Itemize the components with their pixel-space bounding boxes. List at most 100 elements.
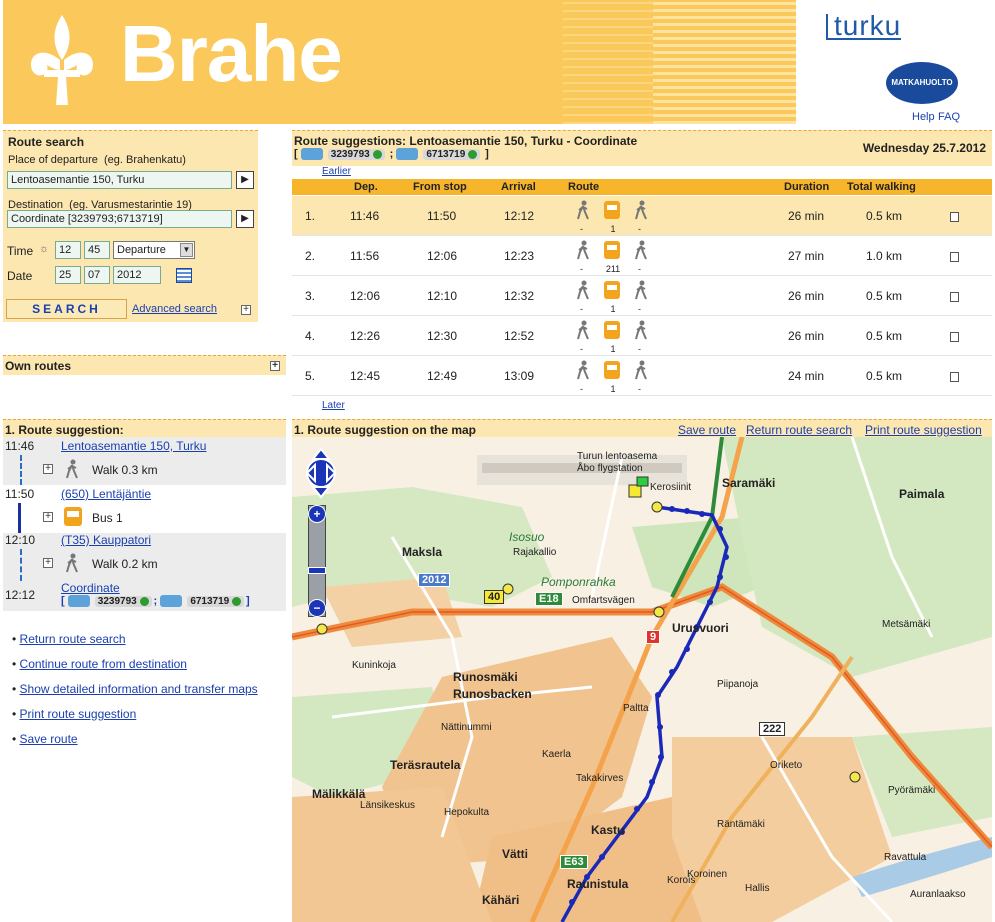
- row-from: 11:50: [427, 209, 457, 223]
- chevron-down-icon[interactable]: ▼: [180, 243, 193, 257]
- faq-link[interactable]: FAQ: [938, 111, 960, 123]
- route-icons: - 211 -: [574, 238, 654, 274]
- hour-input[interactable]: 12: [55, 241, 81, 259]
- expand-plus-icon[interactable]: +: [43, 512, 53, 522]
- departure-label: Place of departure (eg. Brahenkatu): [8, 154, 186, 166]
- result-row[interactable]: 2. 11:56 12:06 12:23 - 211 - 27 min 1.0 km: [292, 236, 992, 276]
- map-label: Mälikkälä: [312, 787, 366, 801]
- map-label: Runosbacken: [453, 687, 532, 701]
- route-search-panel: Route search Place of departure (eg. Bra…: [3, 130, 258, 322]
- destination-go-button[interactable]: ▶: [236, 210, 254, 228]
- help-link[interactable]: Help: [912, 111, 935, 123]
- map-save-route-link[interactable]: Save route: [678, 423, 736, 437]
- search-button[interactable]: SEARCH: [6, 299, 127, 319]
- road-sign: E18: [535, 592, 563, 606]
- map-label: Paltta: [623, 703, 649, 714]
- save-route-link[interactable]: Save route: [20, 732, 78, 746]
- action-item: • Continue route from destination: [12, 657, 187, 671]
- return-route-search-link[interactable]: Return route search: [20, 632, 126, 646]
- walk-sub: -: [638, 344, 641, 354]
- details-document-icon[interactable]: [950, 252, 959, 262]
- walk-sub: -: [638, 264, 641, 274]
- expand-plus-icon[interactable]: +: [43, 558, 53, 568]
- continue-route-link[interactable]: Continue route from destination: [20, 657, 187, 671]
- walk-sub: -: [638, 384, 641, 394]
- green-dot-icon: [372, 149, 382, 159]
- year-input[interactable]: 2012: [113, 266, 161, 284]
- bus-line: 1: [610, 344, 616, 354]
- expand-plus-icon[interactable]: +: [270, 361, 280, 371]
- map-label: Ravattula: [884, 852, 927, 863]
- pan-control[interactable]: [305, 447, 337, 499]
- own-routes-header[interactable]: Own routes +: [3, 355, 286, 375]
- departure-input[interactable]: Lentoasemantie 150, Turku: [7, 171, 232, 189]
- details-document-icon[interactable]: [950, 332, 959, 342]
- coordinate-icon: [160, 595, 183, 608]
- map-label: Vätti: [502, 847, 529, 861]
- step-stop-link[interactable]: Lentoasemantie 150, Turku: [61, 439, 206, 453]
- expand-plus-icon[interactable]: +: [43, 464, 53, 474]
- map-label: Metsämäki: [882, 619, 931, 630]
- row-duration: 26 min: [788, 289, 825, 303]
- step-stop-link[interactable]: (T35) Kauppatori: [61, 533, 151, 547]
- day-input[interactable]: 25: [55, 266, 81, 284]
- walk-icon: [66, 553, 78, 573]
- calendar-icon[interactable]: [176, 268, 192, 283]
- details-document-icon[interactable]: [950, 372, 959, 382]
- step-time: 12:12: [5, 588, 36, 602]
- result-row[interactable]: 1. 11:46 11:50 12:12 - 1 - 26 min 0.5 km: [292, 196, 992, 236]
- advanced-search-link[interactable]: Advanced search: [132, 303, 217, 315]
- brand-title: Brahe: [120, 9, 343, 98]
- own-routes-title: Own routes: [5, 359, 72, 373]
- step-mode: Walk 0.3 km: [92, 463, 158, 477]
- walk-sub: -: [638, 304, 641, 314]
- step-stop-link[interactable]: Coordinate: [61, 581, 120, 595]
- bus-line: 1: [610, 384, 616, 394]
- action-item: • Save route: [12, 732, 78, 746]
- zoom-out-button[interactable]: −: [308, 599, 326, 617]
- print-suggestion-link[interactable]: Print route suggestion: [20, 707, 137, 721]
- result-row[interactable]: 3. 12:06 12:10 12:32 - 1 - 26 min 0.5 km: [292, 276, 992, 316]
- itinerary-coords: [ 3239793 ; 6713719 ]: [61, 595, 250, 608]
- step-stop-link[interactable]: (650) Lentäjäntie: [61, 487, 151, 501]
- coordinate-icon: [396, 148, 419, 161]
- row-walking: 0.5 km: [866, 289, 903, 303]
- zoom-handle[interactable]: [308, 567, 326, 574]
- details-document-icon[interactable]: [950, 292, 959, 302]
- matkahuolto-logo[interactable]: MATKAHUOLTO: [886, 62, 958, 104]
- turku-logo[interactable]: turku: [826, 12, 902, 40]
- action-links: • Return route search • Continue route f…: [12, 632, 258, 757]
- road-sign: 40: [484, 590, 505, 604]
- coordinate-icon: [300, 148, 323, 161]
- map-return-search-link[interactable]: Return route search: [746, 423, 852, 437]
- departure-go-button[interactable]: ▶: [236, 171, 254, 189]
- zoom-in-button[interactable]: +: [308, 505, 326, 523]
- destination-input[interactable]: Coordinate [3239793;6713719]: [7, 210, 232, 228]
- expand-plus-icon[interactable]: +: [241, 305, 251, 315]
- map-label: Isosuo: [509, 530, 545, 544]
- road-sign: 2012: [418, 573, 451, 587]
- green-dot-icon: [139, 596, 149, 606]
- time-mode-select[interactable]: Departure ▼: [113, 241, 195, 259]
- row-dep: 12:06: [350, 289, 381, 303]
- earlier-link[interactable]: Earlier: [322, 166, 351, 177]
- row-from: 12:30: [427, 329, 458, 343]
- map-label: Auranlaakso: [910, 889, 966, 900]
- result-row[interactable]: 4. 12:26 12:30 12:52 - 1 - 26 min 0.5 km: [292, 316, 992, 356]
- minute-input[interactable]: 45: [84, 241, 110, 259]
- result-row[interactable]: 5. 12:45 12:49 13:09 - 1 - 24 min 0.5 km: [292, 356, 992, 396]
- show-details-link[interactable]: Show detailed information and transfer m…: [20, 682, 258, 696]
- map-label: Pomponrahka: [541, 575, 616, 589]
- route-map[interactable]: Turun lentoasema Åbo flygstation Saramäk…: [292, 437, 992, 922]
- month-input[interactable]: 07: [84, 266, 110, 284]
- map-canvas[interactable]: [292, 437, 992, 922]
- results-header: Route suggestions: Lentoasemantie 150, T…: [292, 130, 992, 166]
- row-arr: 12:32: [504, 289, 535, 303]
- map-label: Teräsrautela: [390, 758, 461, 772]
- walk-icon: [634, 240, 648, 260]
- details-document-icon[interactable]: [950, 212, 959, 222]
- later-link[interactable]: Later: [322, 400, 345, 411]
- green-dot-icon: [468, 149, 478, 159]
- map-print-link[interactable]: Print route suggestion: [865, 423, 982, 437]
- step-mode: Walk 0.2 km: [92, 557, 158, 571]
